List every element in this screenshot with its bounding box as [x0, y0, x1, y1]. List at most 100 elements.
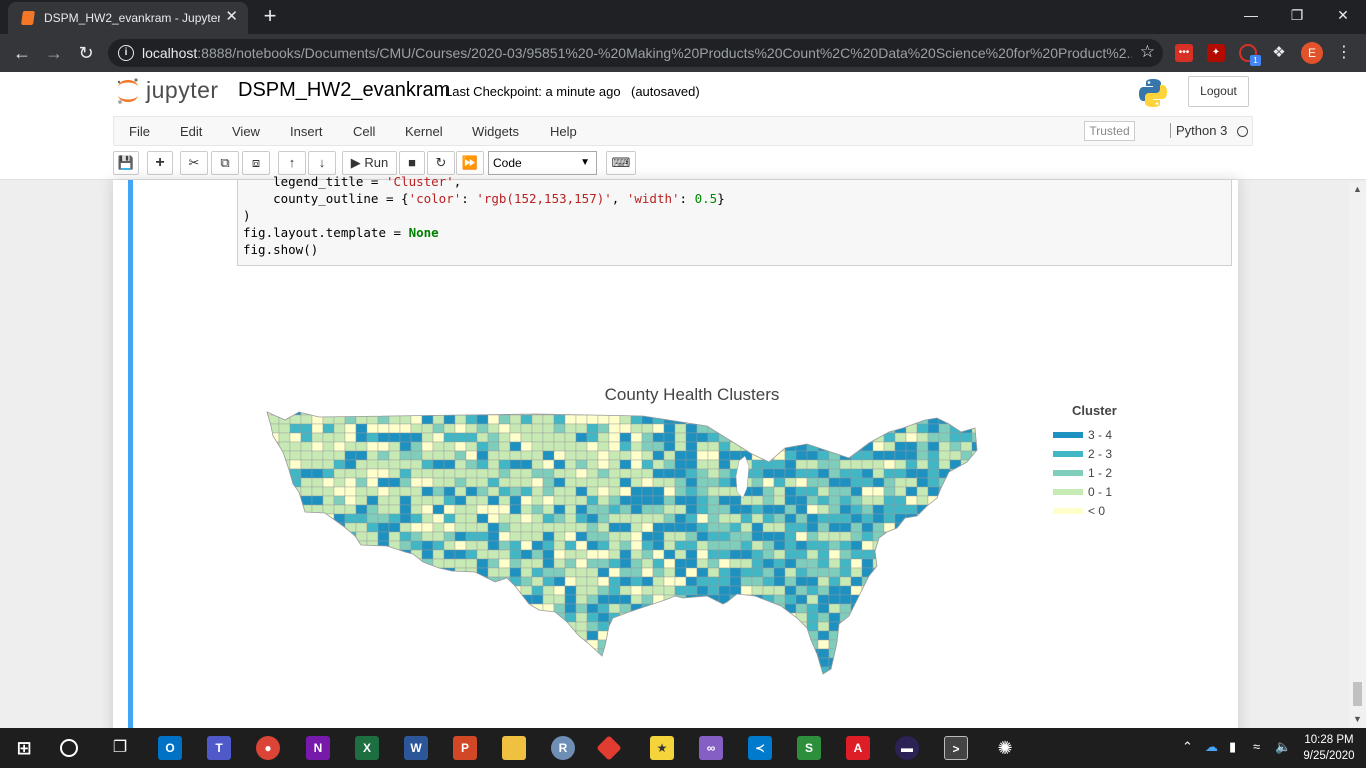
county-cell[interactable] — [708, 676, 719, 685]
county-cell[interactable] — [289, 558, 302, 569]
county-cell[interactable] — [476, 558, 489, 569]
county-cell[interactable] — [377, 477, 390, 488]
county-cell[interactable] — [696, 558, 709, 569]
county-cell[interactable] — [597, 585, 610, 596]
county-cell[interactable] — [862, 685, 873, 694]
county-cell[interactable] — [553, 657, 566, 668]
county-cell[interactable] — [322, 423, 335, 434]
battery-icon[interactable]: ▮ — [1229, 739, 1236, 755]
county-cell[interactable] — [949, 459, 962, 470]
county-cell[interactable] — [828, 549, 841, 560]
county-cell[interactable] — [795, 441, 808, 452]
county-cell[interactable] — [586, 406, 599, 416]
menu-cell[interactable]: Cell — [353, 124, 375, 139]
county-cell[interactable] — [531, 594, 544, 605]
county-cell[interactable] — [454, 495, 467, 506]
county-cell[interactable] — [487, 567, 500, 578]
county-cell[interactable] — [773, 477, 786, 488]
county-cell[interactable] — [377, 504, 390, 515]
county-cell[interactable] — [795, 648, 808, 659]
county-cell[interactable] — [817, 558, 830, 569]
county-cell[interactable] — [762, 585, 775, 596]
county-cell[interactable] — [707, 549, 720, 560]
county-cell[interactable] — [333, 558, 346, 569]
county-cell[interactable] — [608, 468, 621, 479]
county-cell[interactable] — [366, 504, 379, 515]
county-cell[interactable] — [377, 576, 390, 587]
county-cell[interactable] — [828, 531, 841, 542]
r-icon[interactable]: R — [551, 736, 575, 760]
county-cell[interactable] — [399, 576, 412, 587]
county-cell[interactable] — [520, 513, 533, 524]
county-cell[interactable] — [983, 487, 994, 496]
county-cell[interactable] — [850, 423, 863, 434]
county-cell[interactable] — [410, 522, 423, 533]
county-cell[interactable] — [355, 486, 368, 497]
county-cell[interactable] — [443, 486, 456, 497]
county-cell[interactable] — [421, 459, 434, 470]
county-cell[interactable] — [465, 423, 478, 434]
county-cell[interactable] — [839, 603, 852, 614]
county-cell[interactable] — [432, 495, 445, 506]
county-cell[interactable] — [454, 459, 467, 470]
county-cell[interactable] — [311, 477, 324, 488]
county-cell[interactable] — [432, 549, 445, 560]
county-cell[interactable] — [697, 685, 708, 694]
county-cell[interactable] — [355, 567, 368, 578]
county-cell[interactable] — [938, 603, 951, 614]
county-cell[interactable] — [938, 666, 951, 676]
county-cell[interactable] — [377, 441, 390, 452]
county-cell[interactable] — [267, 657, 280, 668]
county-cell[interactable] — [938, 495, 951, 506]
county-cell[interactable] — [707, 406, 720, 416]
county-cell[interactable] — [630, 522, 643, 533]
county-cell[interactable] — [641, 513, 654, 524]
file-explorer-icon[interactable] — [502, 736, 526, 760]
county-cell[interactable] — [740, 585, 753, 596]
county-cell[interactable] — [861, 549, 874, 560]
county-cell[interactable] — [872, 630, 885, 641]
county-cell[interactable] — [905, 585, 918, 596]
county-cell[interactable] — [707, 477, 720, 488]
county-cell[interactable] — [531, 423, 544, 434]
county-cell[interactable] — [422, 676, 433, 685]
county-cell[interactable] — [443, 513, 456, 524]
county-cell[interactable] — [476, 639, 489, 650]
county-cell[interactable] — [399, 585, 412, 596]
county-cell[interactable] — [278, 513, 291, 524]
county-cell[interactable] — [983, 604, 994, 613]
county-cell[interactable] — [278, 495, 291, 506]
county-cell[interactable] — [685, 459, 698, 470]
county-cell[interactable] — [917, 676, 928, 685]
county-cell[interactable] — [311, 468, 324, 479]
tab-close-icon[interactable]: ✕ — [225, 7, 238, 25]
county-cell[interactable] — [257, 432, 269, 443]
county-cell[interactable] — [487, 522, 500, 533]
county-cell[interactable] — [355, 648, 368, 659]
county-cell[interactable] — [916, 423, 929, 434]
county-cell[interactable] — [707, 468, 720, 479]
county-cell[interactable] — [630, 504, 643, 515]
county-cell[interactable] — [883, 504, 896, 515]
county-cell[interactable] — [542, 495, 555, 506]
county-cell[interactable] — [718, 450, 731, 461]
county-cell[interactable] — [498, 423, 511, 434]
county-cell[interactable] — [630, 432, 643, 443]
county-cell[interactable] — [487, 558, 500, 569]
county-cell[interactable] — [564, 477, 577, 488]
county-cell[interactable] — [509, 450, 522, 461]
county-cell[interactable] — [762, 522, 775, 533]
county-cell[interactable] — [289, 540, 302, 551]
county-cell[interactable] — [465, 630, 478, 641]
county-cell[interactable] — [773, 531, 786, 542]
county-cell[interactable] — [872, 423, 885, 434]
county-cell[interactable] — [905, 468, 918, 479]
county-cell[interactable] — [257, 621, 269, 632]
county-cell[interactable] — [927, 504, 940, 515]
county-cell[interactable] — [520, 666, 533, 676]
county-cell[interactable] — [454, 585, 467, 596]
county-cell[interactable] — [553, 630, 566, 641]
county-cell[interactable] — [586, 549, 599, 560]
county-cell[interactable] — [696, 414, 709, 425]
county-cell[interactable] — [740, 531, 753, 542]
